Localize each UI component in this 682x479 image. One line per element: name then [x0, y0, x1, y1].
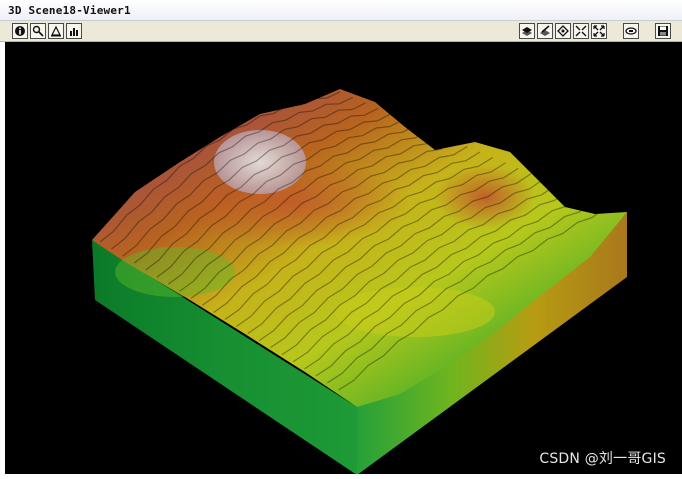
navigate-button[interactable] [555, 23, 571, 39]
toolbar-left-group [12, 23, 84, 39]
window-title: 3D Scene18-Viewer1 [8, 4, 131, 17]
title-bar: 3D Scene18-Viewer1 [0, 0, 682, 21]
rotate-icon [625, 27, 637, 35]
zoom-icon [32, 25, 44, 37]
full-extent-button[interactable] [591, 23, 607, 39]
save-button[interactable] [655, 23, 671, 39]
view-layer-icon [522, 27, 532, 36]
zoom-in-out-button[interactable] [573, 23, 589, 39]
watermark: CSDN @刘一哥GIS [539, 451, 666, 467]
fly-button[interactable] [66, 23, 82, 39]
fly-icon [70, 28, 78, 36]
toolbar-right-group [519, 23, 673, 39]
view-layer-button[interactable] [519, 23, 535, 39]
zoom-in-out-icon [575, 25, 587, 37]
view-edit-icon [540, 25, 550, 36]
save-icon [658, 26, 668, 36]
pan-icon [51, 25, 61, 37]
full-extent-icon [593, 25, 605, 37]
terrain-scene[interactable] [5, 42, 682, 474]
rotate-button[interactable] [623, 23, 639, 39]
view-edit-button[interactable] [537, 23, 553, 39]
navigate-icon [557, 25, 569, 37]
info-button[interactable] [12, 23, 28, 39]
pan-button[interactable] [48, 23, 64, 39]
info-icon [15, 26, 25, 36]
viewer-toolbar [0, 21, 682, 42]
terrain-plain-green [115, 247, 235, 297]
window-bottom-border [0, 474, 682, 479]
scene-viewport[interactable] [5, 42, 682, 474]
zoom-button[interactable] [30, 23, 46, 39]
